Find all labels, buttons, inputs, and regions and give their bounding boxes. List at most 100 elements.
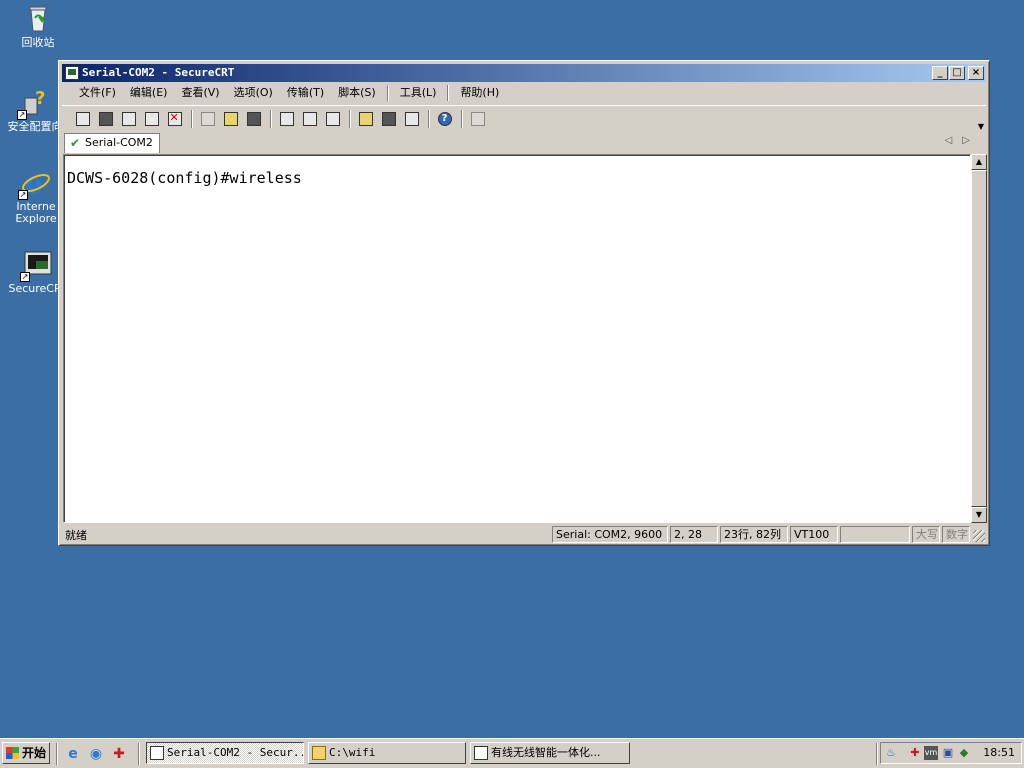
binoculars-icon: [246, 111, 261, 126]
print-icon: [279, 111, 294, 126]
securecrt-app-icon[interactable]: [65, 66, 79, 80]
help-icon: ?: [437, 111, 452, 126]
task-browser-document[interactable]: 有线无线智能一体化...: [470, 742, 630, 764]
session-options-button[interactable]: [355, 109, 376, 129]
menu-transfer[interactable]: 传输(T): [280, 84, 331, 102]
windows-logo-icon: [6, 747, 19, 759]
vertical-scrollbar[interactable]: ▲ ▼: [971, 154, 987, 523]
antivirus-tray-icon[interactable]: ✚: [908, 746, 922, 760]
network-tray-icon[interactable]: ♨: [884, 746, 898, 760]
scroll-up-arrow-icon[interactable]: ▲: [971, 154, 987, 170]
quicklaunch-ie-icon[interactable]: e: [64, 745, 82, 763]
connected-check-icon: ✔: [70, 136, 81, 150]
session-options-icon: [358, 111, 373, 126]
status-blank-cell: [840, 526, 910, 543]
toolbar-separator: [349, 109, 351, 128]
browser-task-icon: [474, 746, 488, 760]
tab-label: Serial-COM2: [85, 136, 153, 149]
disconnect-button[interactable]: [164, 109, 185, 129]
toolbar: ? ▼: [62, 105, 986, 131]
print-selection-button[interactable]: [299, 109, 320, 129]
copy-button[interactable]: [197, 109, 218, 129]
taskbar-separator: [56, 743, 58, 765]
status-cursor-position: 2, 28: [670, 526, 718, 543]
quicklaunch-app-icon[interactable]: ✚: [110, 745, 128, 763]
toolbar-separator: [270, 109, 272, 128]
securecrt-icon: ↗: [20, 248, 54, 282]
start-label: 开始: [22, 746, 47, 760]
reconnect-button[interactable]: [141, 109, 162, 129]
menu-edit[interactable]: 编辑(E): [123, 84, 175, 102]
update-tray-icon[interactable]: ◆: [957, 746, 971, 760]
reconnect-icon: [144, 111, 159, 126]
global-options-button[interactable]: [378, 109, 399, 129]
tab-scroll-arrows-icon[interactable]: ◁▷: [945, 135, 980, 146]
help-button[interactable]: ?: [434, 109, 455, 129]
folder-icon: [312, 746, 326, 760]
print-screen-button[interactable]: [322, 109, 343, 129]
print-button[interactable]: [276, 109, 297, 129]
find-button[interactable]: [243, 109, 264, 129]
keymap-button[interactable]: [401, 109, 422, 129]
display-tray-icon[interactable]: ▣: [941, 746, 955, 760]
vmware-tray-icon[interactable]: vm: [924, 746, 938, 760]
security-wizard-icon: ? ↗: [17, 86, 51, 120]
title-bar[interactable]: Serial-COM2 - SecureCRT _ □ ×: [62, 64, 986, 82]
printer-icon: [325, 111, 340, 126]
start-button[interactable]: 开始: [2, 742, 50, 764]
maximize-button[interactable]: □: [949, 66, 965, 80]
menu-separator: [386, 85, 389, 101]
sftp-button[interactable]: [467, 109, 488, 129]
internet-explorer-icon: e ↗: [18, 166, 52, 200]
status-emulation: VT100: [790, 526, 838, 543]
toolbar-separator: [461, 109, 463, 128]
menu-tools[interactable]: 工具(L): [393, 84, 444, 102]
resize-grip-icon[interactable]: [973, 530, 985, 542]
minimize-button[interactable]: _: [932, 66, 948, 80]
clock[interactable]: 18:51: [983, 743, 1015, 763]
shortcut-arrow-icon: ↗: [20, 272, 30, 282]
scroll-thumb[interactable]: [971, 170, 987, 507]
paste-button[interactable]: [220, 109, 241, 129]
copy-icon: [200, 111, 215, 126]
menu-script[interactable]: 脚本(S): [331, 84, 383, 102]
toolbar-overflow-icon[interactable]: ▼: [978, 122, 984, 131]
status-caps-lock: 大写: [912, 526, 940, 543]
task-securecrt[interactable]: Serial-COM2 - Secur...: [146, 742, 304, 764]
connect-button[interactable]: [72, 109, 93, 129]
menu-view[interactable]: 查看(V): [174, 84, 226, 102]
quick-connect-button[interactable]: [95, 109, 116, 129]
quicklaunch-browser-icon[interactable]: ◉: [87, 745, 105, 763]
task-label: Serial-COM2 - Secur...: [167, 746, 304, 759]
svg-text:?: ?: [35, 88, 45, 109]
status-bar: 就绪 Serial: COM2, 9600 2, 28 23行, 82列 VT1…: [62, 525, 986, 543]
status-connection: Serial: COM2, 9600: [552, 526, 668, 543]
connect-in-tab-icon: [121, 111, 136, 126]
system-tray: ♨ ✚ vm ▣ ◆ 18:51: [880, 742, 1022, 764]
terminal-line: DCWS-6028(config)#wireless: [67, 169, 302, 187]
taskbar-separator: [138, 743, 140, 765]
shortcut-arrow-icon: ↗: [17, 110, 27, 120]
menu-options[interactable]: 选项(O): [227, 84, 280, 102]
status-screen-size: 23行, 82列: [720, 526, 788, 543]
window-title: Serial-COM2 - SecureCRT: [82, 66, 235, 79]
menu-bar: 文件(F) 编辑(E) 查看(V) 选项(O) 传输(T) 脚本(S) 工具(L…: [62, 83, 986, 103]
session-tab-strip: ✔ Serial-COM2 ◁▷: [62, 133, 986, 153]
terminal-screen[interactable]: DCWS-6028(config)#wireless: [63, 154, 971, 523]
shortcut-arrow-icon: ↗: [18, 190, 28, 200]
menu-help[interactable]: 帮助(H): [453, 84, 506, 102]
sftp-icon: [470, 111, 485, 126]
toolbar-separator: [191, 109, 193, 128]
menu-file[interactable]: 文件(F): [72, 84, 123, 102]
task-folder-wifi[interactable]: C:\wifi: [308, 742, 466, 764]
close-button[interactable]: ×: [968, 66, 984, 80]
scroll-down-arrow-icon[interactable]: ▼: [971, 507, 987, 523]
status-ready-text: 就绪: [65, 529, 87, 542]
connect-in-tab-button[interactable]: [118, 109, 139, 129]
toolbar-separator: [428, 109, 430, 128]
task-label: 有线无线智能一体化...: [491, 746, 601, 759]
quick-connect-icon: [98, 111, 113, 126]
menu-separator: [447, 85, 450, 101]
desktop-icon-recycle-bin[interactable]: 回收站: [0, 2, 76, 49]
tab-serial-com2[interactable]: ✔ Serial-COM2: [64, 133, 160, 153]
